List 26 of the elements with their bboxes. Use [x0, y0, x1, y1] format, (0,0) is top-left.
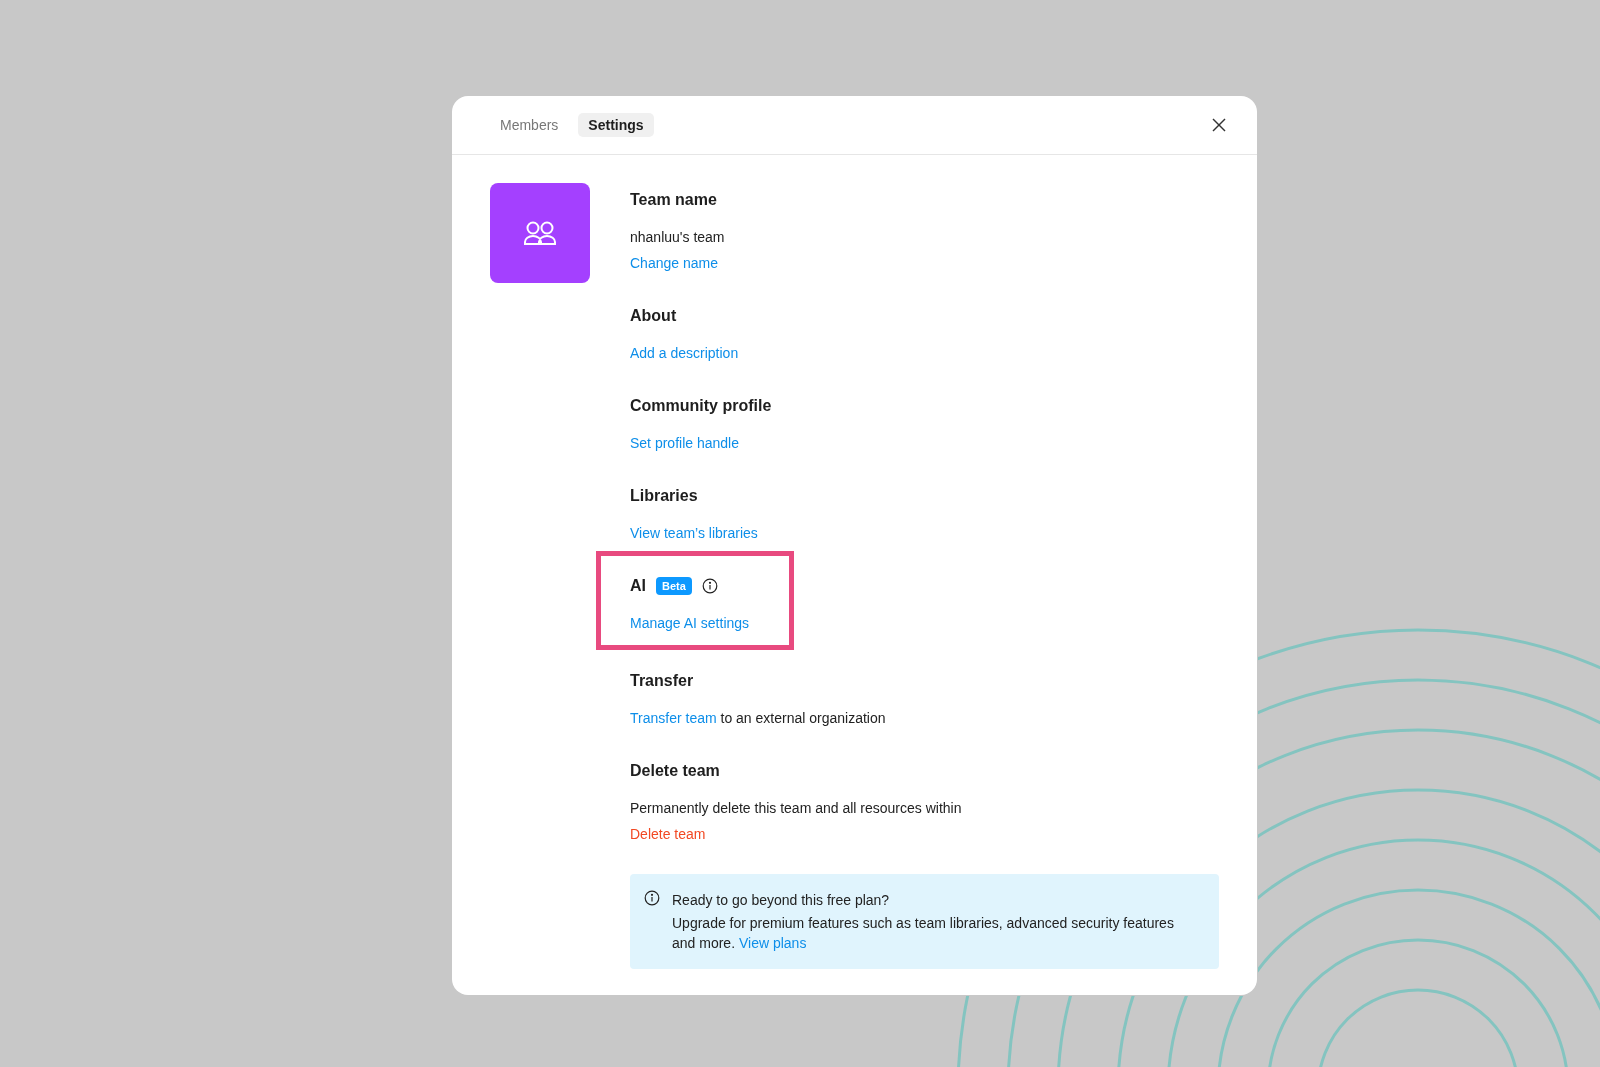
people-icon	[523, 220, 557, 246]
view-plans-link[interactable]: View plans	[738, 935, 807, 951]
beta-badge: Beta	[656, 577, 692, 595]
link[interactable]: Add a description	[630, 345, 1219, 361]
link[interactable]: Set profile handle	[630, 435, 1219, 451]
tab[interactable]: Members	[490, 113, 569, 137]
section-title: Libraries	[630, 487, 698, 505]
link[interactable]: Transfer team	[630, 710, 717, 726]
section-title: Community profile	[630, 397, 772, 415]
tab[interactable]: Settings	[578, 113, 654, 137]
close-icon	[1211, 117, 1227, 133]
section-title: AI	[630, 577, 646, 595]
text: Transfer team to an external organization	[630, 710, 887, 726]
banner-title: Ready to go beyond this free plan?	[672, 891, 891, 910]
link[interactable]: View team’s libraries	[630, 525, 1219, 541]
text: Permanently delete this team and all resources within	[630, 800, 963, 816]
section-title: Transfer	[630, 672, 694, 690]
link[interactable]: Change name	[630, 255, 1219, 271]
section-title: Delete team	[630, 762, 720, 780]
section-title: About	[630, 307, 677, 325]
link[interactable]: Manage AI settings	[630, 615, 750, 631]
delete-link[interactable]: Delete team	[630, 826, 1219, 842]
banner-text: Upgrade for premium features such as team libraries, advanced security features and more. View plans	[672, 914, 1175, 953]
section-title: Team name	[630, 191, 717, 209]
text: nhanluu's team	[630, 229, 726, 245]
info-icon	[644, 890, 660, 906]
